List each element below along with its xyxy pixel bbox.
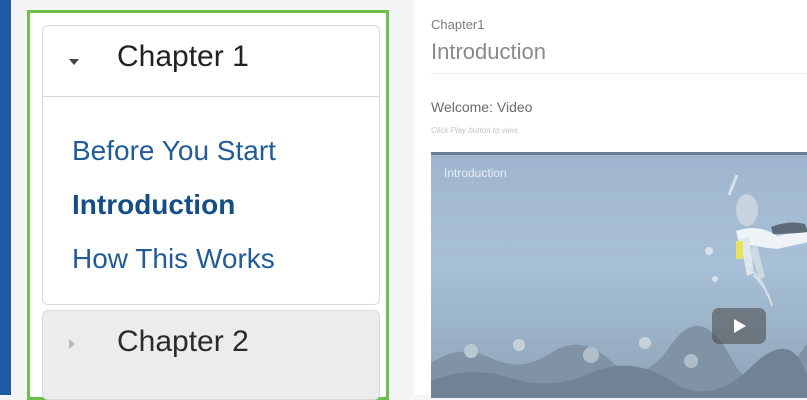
video-player[interactable]: Introduction [431, 152, 807, 398]
chapter-2-title: Chapter 2 [117, 325, 249, 358]
lesson-content: Chapter1 Introduction Welcome: Video Cli… [414, 0, 807, 398]
chapter-1-title: Chapter 1 [117, 40, 249, 73]
chapter-1-accordion: Chapter 1 Before You Start Introduction … [42, 25, 380, 305]
chapter-2-accordion[interactable]: Chapter 2 [42, 310, 380, 400]
caret-right-icon [69, 339, 75, 349]
diver-figure [705, 175, 807, 307]
lesson-introduction[interactable]: Introduction [72, 178, 276, 232]
video-title: Introduction [444, 166, 507, 180]
play-hint: Click Play button to view. [431, 126, 520, 135]
caret-down-icon [69, 59, 79, 65]
chapter-2-header[interactable]: Chapter 2 [43, 311, 379, 381]
divider [431, 73, 807, 74]
lesson-before-you-start[interactable]: Before You Start [72, 124, 276, 178]
left-accent-bar [0, 0, 11, 395]
chapter-1-header[interactable]: Chapter 1 [43, 26, 379, 97]
lesson-how-this-works[interactable]: How This Works [72, 232, 276, 286]
breadcrumb: Chapter1 [431, 17, 485, 32]
play-icon[interactable] [712, 308, 766, 344]
section-title: Welcome: Video [431, 99, 533, 115]
page-title: Introduction [431, 39, 546, 64]
chapter-1-lessons: Before You Start Introduction How This W… [72, 124, 276, 286]
chapter-navigation-panel: Chapter 1 Before You Start Introduction … [27, 10, 389, 400]
